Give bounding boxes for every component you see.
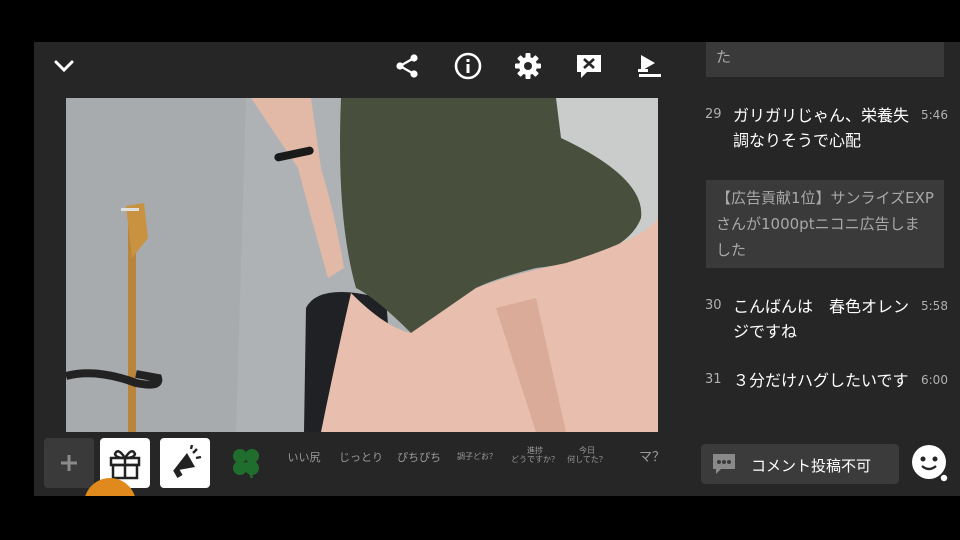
- comment-post-label: コメント投稿不可: [751, 457, 872, 475]
- announce-button[interactable]: [160, 438, 210, 488]
- info-icon[interactable]: [450, 48, 486, 84]
- clover-icon[interactable]: [228, 444, 264, 480]
- gear-icon[interactable]: [510, 48, 546, 84]
- plus-icon: [61, 455, 77, 471]
- add-button[interactable]: [44, 438, 94, 488]
- share-icon[interactable]: [389, 48, 425, 84]
- reaction-1[interactable]: いい尻: [281, 452, 327, 464]
- video-player[interactable]: [66, 98, 658, 432]
- comment-notice-top: た: [706, 42, 944, 77]
- reaction-4[interactable]: 調子どお？: [452, 452, 502, 461]
- comment-post-button[interactable]: コメント投稿不可: [701, 444, 899, 484]
- gift-icon: [109, 450, 141, 480]
- video-frame: [66, 98, 658, 432]
- comment-item: 29 ガリガリじゃん、栄養失調なりそうで心配 5:46: [705, 106, 948, 150]
- reaction-5[interactable]: 進捗 どうですか？: [508, 446, 562, 464]
- megaphone-icon: [173, 445, 202, 478]
- ad-notice: 【広告貢献1位】サンライズEXPさんが1000ptニコニ広告しました: [706, 180, 944, 268]
- comment-panel[interactable]: た 29 ガリガリじゃん、栄養失調なりそうで心配 5:46 【広告貢献1位】サン…: [704, 42, 960, 442]
- player-toolbar: [34, 42, 704, 92]
- close-comment-icon[interactable]: [571, 48, 607, 84]
- reaction-3[interactable]: ぴちぴち: [394, 452, 444, 464]
- comment-item: 31 ３分だけハグしたいです 6:00: [705, 371, 948, 390]
- chevron-down-icon[interactable]: [46, 48, 82, 84]
- comment-icon: [713, 454, 735, 474]
- face-icon[interactable]: [910, 444, 950, 484]
- orange-badge: [84, 478, 136, 496]
- download-icon[interactable]: [632, 48, 668, 84]
- reaction-6[interactable]: 今日 何してた？: [562, 446, 612, 464]
- reaction-2[interactable]: じっとり: [337, 452, 385, 464]
- comment-item: 30 こんばんは 春色オレンジですね 5:58: [705, 297, 948, 341]
- player-app: いい尻 じっとり ぴちぴち 調子どお？ 進捗 どうですか？ 今日 何してた？ マ…: [34, 42, 960, 496]
- reaction-bar: いい尻 じっとり ぴちぴち 調子どお？ 進捗 どうですか？ 今日 何してた？ マ…: [34, 434, 704, 496]
- reaction-7[interactable]: マ？: [632, 451, 672, 464]
